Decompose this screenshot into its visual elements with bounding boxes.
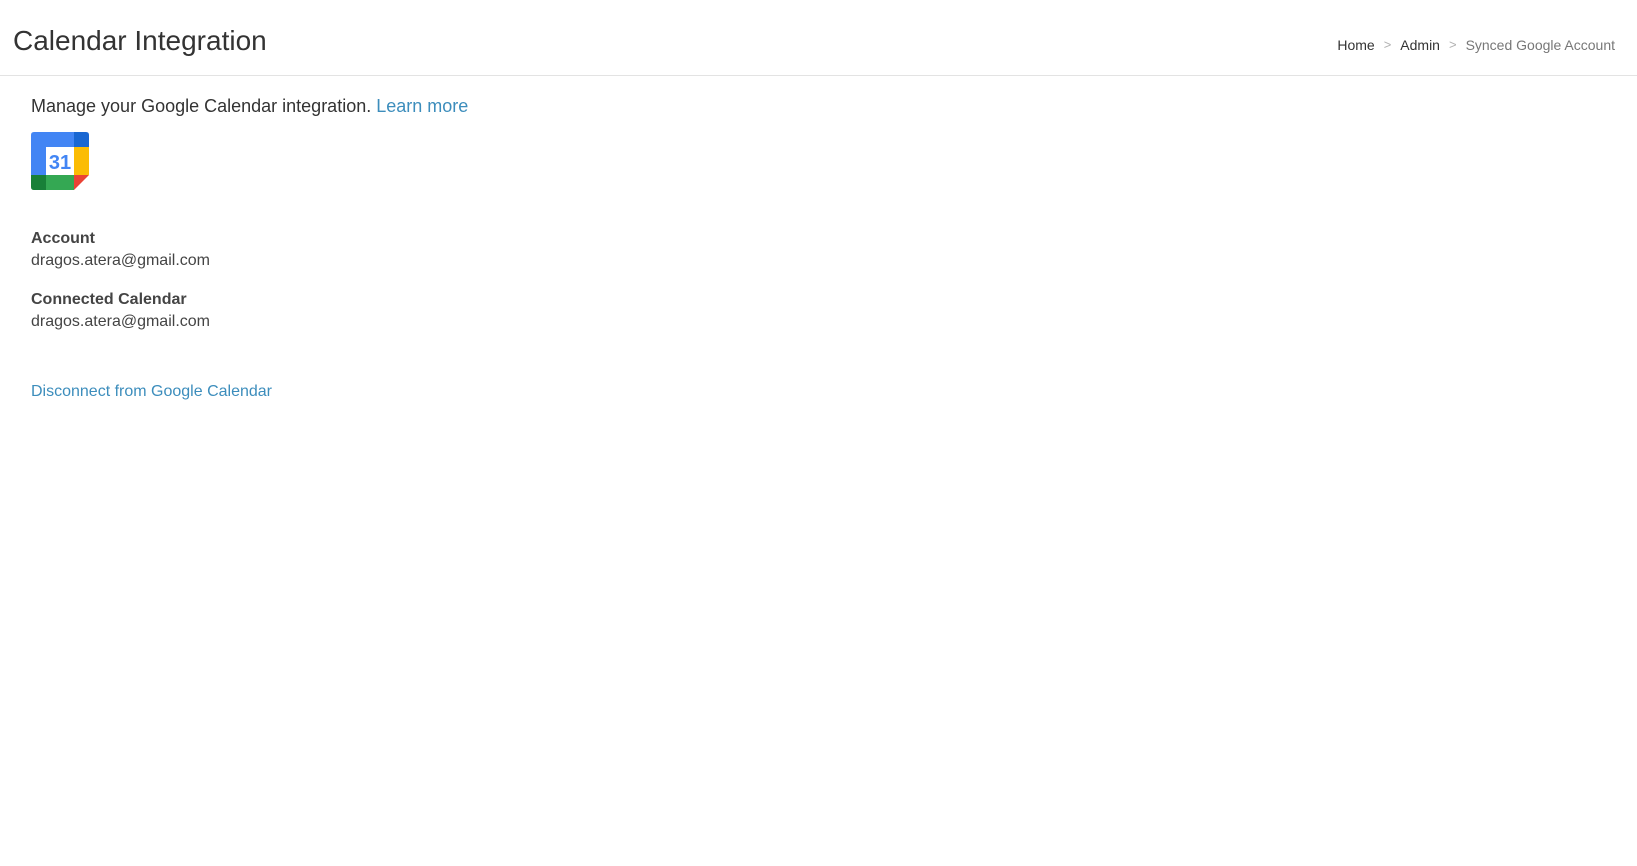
- connected-calendar-label: Connected Calendar: [31, 291, 187, 308]
- breadcrumb-separator: >: [1383, 37, 1392, 52]
- breadcrumb-admin-link[interactable]: Admin: [1400, 35, 1440, 55]
- breadcrumb-current: Synced Google Account: [1465, 37, 1615, 53]
- main-content: Manage your Google Calendar integration.…: [31, 92, 468, 403]
- google-calendar-icon: 31: [31, 132, 89, 190]
- breadcrumb-separator: >: [1448, 37, 1457, 52]
- breadcrumb-home-link[interactable]: Home: [1337, 35, 1374, 55]
- page: Calendar Integration Home > Admin > Sync…: [0, 0, 1637, 866]
- account-field: Account dragos.atera@gmail.com: [31, 228, 468, 272]
- intro-label: Manage your Google Calendar integration.: [31, 96, 372, 116]
- breadcrumb: Home > Admin > Synced Google Account: [1337, 35, 1615, 55]
- learn-more-link[interactable]: Learn more: [376, 96, 468, 116]
- intro-text: Manage your Google Calendar integration.…: [31, 92, 468, 120]
- account-label: Account: [31, 230, 95, 247]
- connected-calendar-value: dragos.atera@gmail.com: [31, 313, 210, 330]
- connected-calendar-field: Connected Calendar dragos.atera@gmail.co…: [31, 289, 468, 333]
- account-value: dragos.atera@gmail.com: [31, 252, 210, 269]
- page-header: Calendar Integration Home > Admin > Sync…: [0, 0, 1637, 76]
- calendar-day-number: 31: [49, 152, 71, 174]
- disconnect-google-calendar-link[interactable]: Disconnect from Google Calendar: [31, 381, 272, 403]
- page-title: Calendar Integration: [13, 25, 267, 56]
